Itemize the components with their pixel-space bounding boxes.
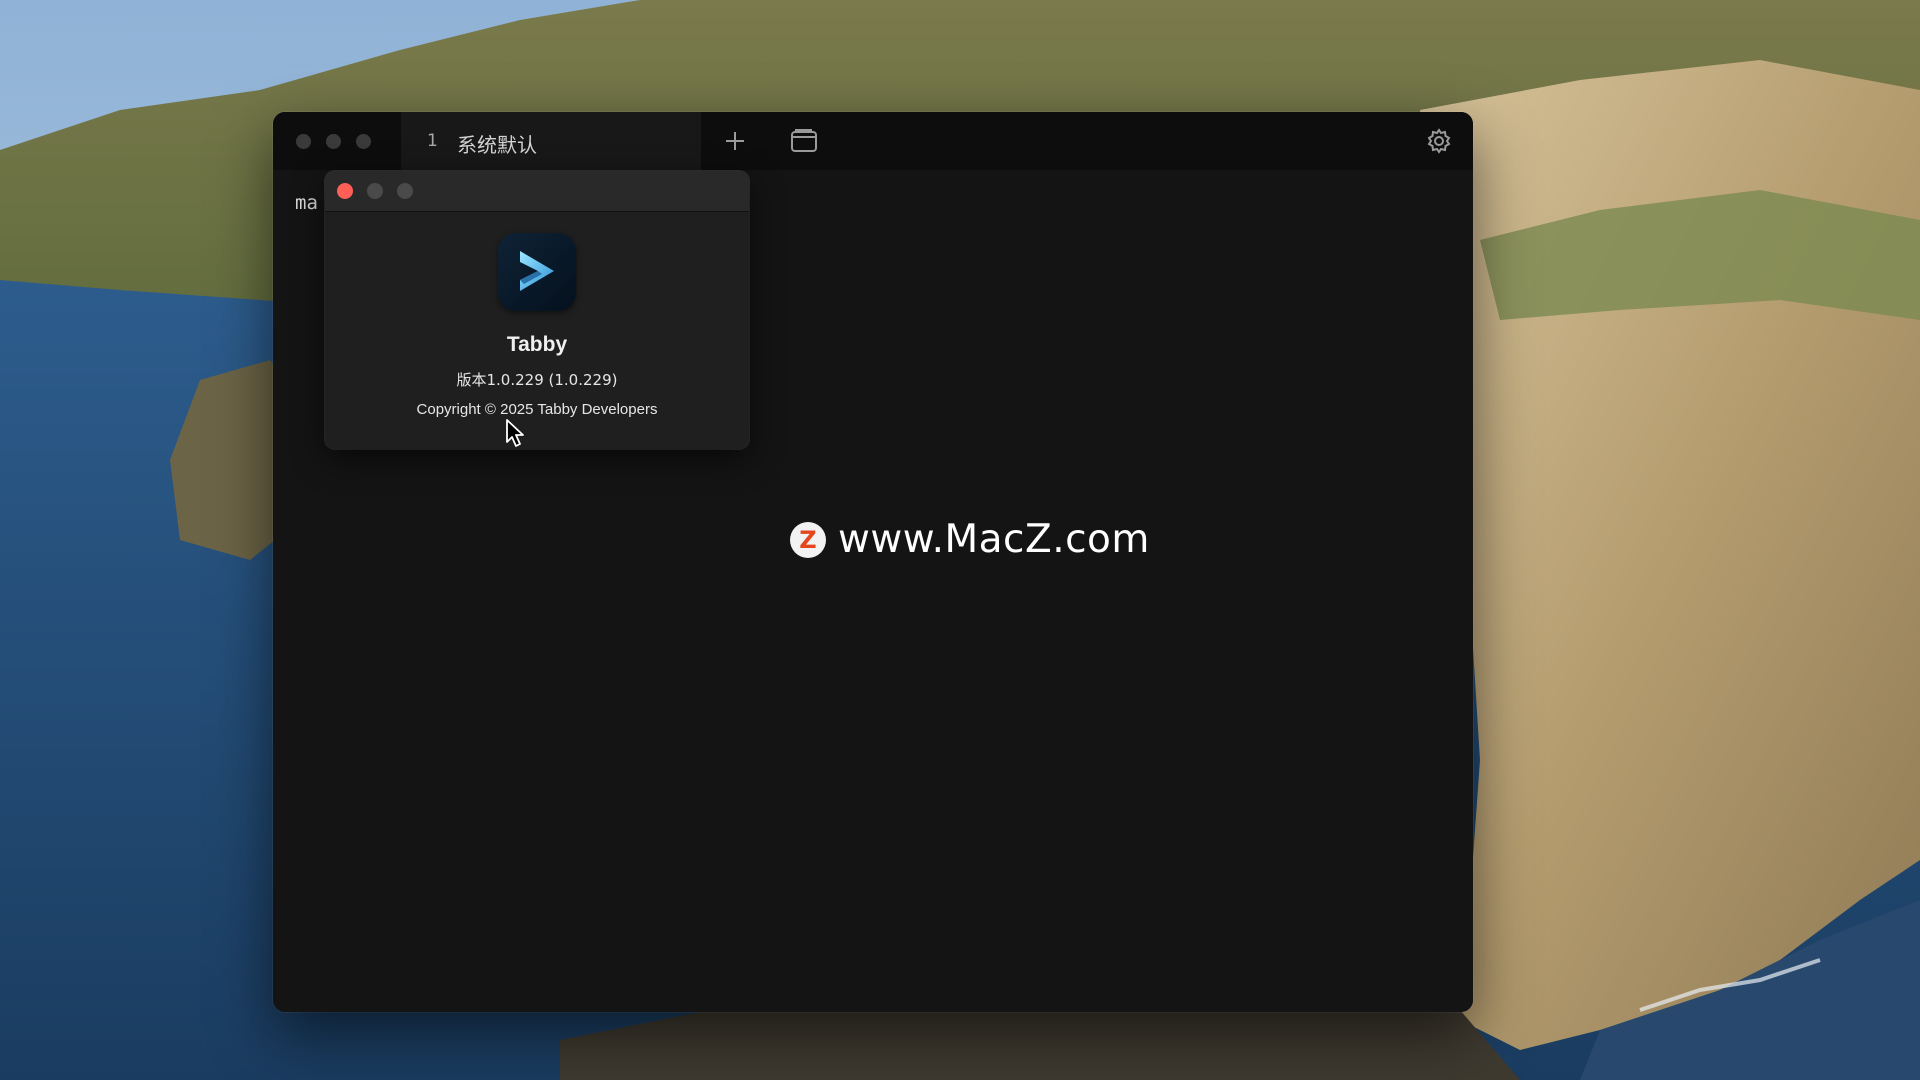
tab-index: 1 [427, 131, 438, 151]
app-version: 版本1.0.229 (1.0.229) [456, 371, 618, 389]
window-icon [791, 129, 817, 152]
watermark-text: www.MacZ.com [838, 517, 1150, 562]
dialog-titlebar [325, 171, 749, 212]
macz-logo-icon: Z [790, 521, 826, 558]
watermark: Z www.MacZ.com [790, 517, 1150, 562]
window-titlebar: 1 系统默认 [273, 112, 1473, 170]
settings-button[interactable] [1423, 125, 1455, 157]
zoom-window-button[interactable] [356, 134, 371, 149]
about-dialog: Tabby 版本1.0.229 (1.0.229) Copyright © 20… [325, 171, 749, 449]
minimize-window-button[interactable] [326, 134, 341, 149]
desktop: 1 系统默认 ma Z www.MacZ.com Tabby 版本1.0.229… [0, 0, 1920, 1080]
mouse-cursor-icon [506, 419, 524, 447]
terminal-output: ma [295, 192, 318, 214]
app-name: Tabby [506, 333, 568, 356]
window-layout-button[interactable] [788, 125, 820, 157]
dialog-close-button[interactable] [337, 183, 353, 199]
new-tab-button[interactable] [719, 125, 751, 157]
gear-icon [1427, 128, 1451, 154]
dialog-zoom-button[interactable] [397, 183, 413, 199]
tab-system-default[interactable]: 1 系统默认 [401, 112, 701, 170]
plus-icon [726, 132, 744, 150]
tabby-app-icon [498, 233, 576, 311]
app-copyright: Copyright © 2025 Tabby Developers [416, 401, 658, 418]
tab-title: 系统默认 [457, 133, 537, 157]
dialog-minimize-button[interactable] [367, 183, 383, 199]
close-window-button[interactable] [296, 134, 311, 149]
